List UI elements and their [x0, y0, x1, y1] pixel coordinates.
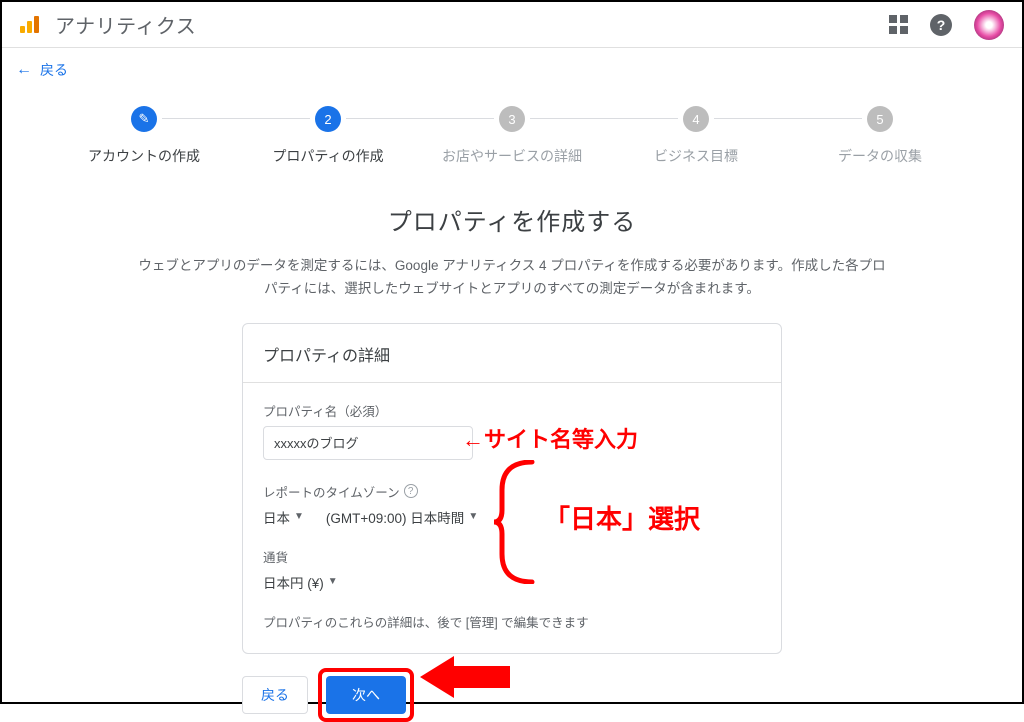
step-number: 3: [499, 106, 525, 132]
next-button[interactable]: 次へ: [326, 676, 406, 714]
footer-buttons: 戻る 次へ: [242, 668, 782, 722]
chevron-down-icon: ▼: [328, 576, 338, 587]
back-link-label: 戻る: [40, 60, 68, 80]
user-avatar[interactable]: [974, 10, 1004, 40]
step-label: データの収集: [838, 146, 922, 166]
card-footnote: プロパティのこれらの詳細は、後で [管理] で編集できます: [263, 612, 761, 631]
step-1-account[interactable]: ✎ アカウントの作成: [52, 106, 236, 166]
step-number: 5: [867, 106, 893, 132]
page-description: ウェブとアプリのデータを測定するには、Google アナリティクス 4 プロパテ…: [132, 255, 892, 301]
divider: [243, 382, 781, 383]
property-details-card: プロパティの詳細 プロパティ名（必須） レポートのタイムゾーン ? 日本 ▼ (…: [242, 323, 782, 654]
apps-grid-icon[interactable]: [889, 15, 908, 34]
help-icon[interactable]: ?: [930, 14, 952, 36]
step-label: お店やサービスの詳細: [442, 146, 582, 166]
app-header: アナリティクス ?: [2, 2, 1022, 48]
step-label: アカウントの作成: [88, 146, 200, 166]
timezone-country-value: 日本: [263, 507, 290, 527]
card-title: プロパティの詳細: [263, 342, 761, 366]
step-label: ビジネス目標: [654, 146, 738, 166]
property-name-input[interactable]: [263, 426, 473, 460]
currency-value: 日本円 (¥): [263, 572, 324, 592]
analytics-logo-icon: [20, 16, 39, 33]
help-tooltip-icon[interactable]: ?: [404, 484, 418, 498]
currency-dropdown[interactable]: 日本円 (¥) ▼: [263, 572, 338, 592]
chevron-down-icon: ▼: [468, 511, 478, 522]
step-4-goal: 4 ビジネス目標: [604, 106, 788, 166]
arrow-left-icon: ←: [16, 61, 32, 79]
timezone-country-dropdown[interactable]: 日本 ▼: [263, 507, 304, 527]
step-3-business-details: 3 お店やサービスの詳細: [420, 106, 604, 166]
step-2-property[interactable]: 2 プロパティの作成: [236, 106, 420, 166]
main-content: プロパティを作成する ウェブとアプリのデータを測定するには、Google アナリ…: [2, 202, 1022, 722]
step-number: 2: [315, 106, 341, 132]
back-button[interactable]: 戻る: [242, 676, 308, 714]
step-number: 4: [683, 106, 709, 132]
pencil-icon: ✎: [139, 111, 150, 127]
stepper: ✎ アカウントの作成 2 プロパティの作成 3 お店やサービスの詳細 4 ビジネ…: [52, 106, 972, 166]
currency-label: 通貨: [263, 547, 761, 566]
annotation-highlight-box: 次へ: [318, 668, 414, 722]
page-heading: プロパティを作成する: [2, 202, 1022, 237]
back-link[interactable]: ← 戻る: [2, 48, 1022, 92]
chevron-down-icon: ▼: [294, 511, 304, 522]
timezone-label: レポートのタイムゾーン ?: [263, 482, 761, 501]
step-5-data: 5 データの収集: [788, 106, 972, 166]
timezone-value: (GMT+09:00) 日本時間: [326, 507, 464, 527]
timezone-dropdown[interactable]: (GMT+09:00) 日本時間 ▼: [326, 507, 478, 527]
property-name-label: プロパティ名（必須）: [263, 401, 761, 420]
app-title: アナリティクス: [55, 10, 196, 39]
step-label: プロパティの作成: [272, 146, 383, 166]
